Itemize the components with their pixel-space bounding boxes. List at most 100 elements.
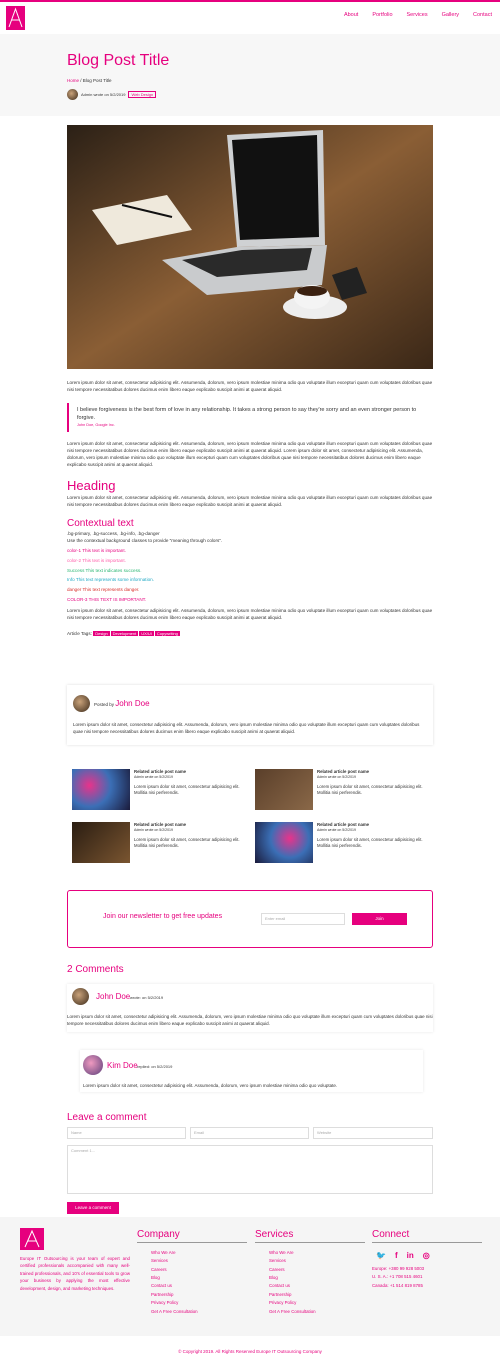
nav-gallery[interactable]: Gallery [442,12,459,18]
commenter-avatar [72,988,89,1005]
footer-link[interactable]: Contact us [151,1282,247,1290]
contextual-text-item: Success This text indicates success. [67,567,142,573]
logo[interactable] [6,6,25,30]
classes-line: .bg-primary, .bg-success, .bg-info, .bg-… [67,531,160,537]
related-title[interactable]: Related article post name [134,769,186,774]
footer-connect: Connect 🐦 f in ◎ Europe: +380 99 928 500… [372,1229,482,1290]
email-input[interactable]: Email [190,1127,309,1139]
phone-list: Europe: +380 99 928 5003 U. S. A.: +1 70… [372,1265,482,1290]
name-input[interactable]: Name [67,1127,186,1139]
commenter-name[interactable]: John Doe [96,992,130,1001]
article-paragraph: Lorem ipsum dolor sit amet, consectetur … [67,495,433,508]
phone-usa[interactable]: U. S. A.: +1 708 515 4601 [372,1273,482,1281]
related-excerpt: Lorem ipsum dolor sit amet, consectetur … [134,784,240,796]
commenter-name[interactable]: Kim Doe [107,1061,138,1070]
footer-link[interactable]: Get A Free Consultation [269,1308,365,1316]
nav-portfolio[interactable]: Portfolio [372,12,392,18]
footer-company-title: Company [137,1229,247,1243]
footer-link[interactable]: Blog [151,1274,247,1282]
phone-europe[interactable]: Europe: +380 99 928 5003 [372,1265,482,1273]
tag-design[interactable]: Design [93,630,110,636]
category-badge[interactable]: Web Design [128,91,157,98]
comment-meta: wrote: on 5/2/2019 [130,995,164,1000]
leave-comment-title: Leave a comment [67,1112,147,1123]
related-meta: Admin wrote on 5/2/2019 [317,828,356,832]
facebook-icon[interactable]: f [395,1251,398,1260]
tag-copywriting[interactable]: Copywriting [154,630,180,636]
newsletter-box: Join our newsletter to get free updates … [67,890,433,948]
quote-source: John Doe, Google Inc. [77,423,115,428]
contextual-text-item: color-2 This text is important. [67,557,126,563]
website-input[interactable]: Website [313,1127,433,1139]
breadcrumb: Home / Blog Post Title [67,78,112,83]
related-excerpt: Lorem ipsum dolor sit amet, consectetur … [317,837,423,849]
post-meta: Admin wrote on 5/2/2019 Web Design [67,89,157,100]
author-avatar [73,695,90,712]
footer-link[interactable]: Contact us [269,1282,365,1290]
footer-link[interactable]: Privacy Policy [151,1299,247,1307]
footer-logo[interactable] [20,1228,44,1250]
comment-textarea[interactable]: Comment 1... [67,1145,433,1194]
phone-canada[interactable]: Canada: +1 514 819 8785 [372,1282,482,1290]
leave-comment-button[interactable]: Leave a comment [67,1202,119,1214]
tag-ux-ui[interactable]: UX/UI [139,630,154,636]
nav-services[interactable]: Services [407,12,428,18]
related-post[interactable]: Related article post name Admin wrote on … [255,822,435,867]
footer-link[interactable]: Partnership [269,1291,365,1299]
comment-text: Lorem ipsum dolor sit amet, consectetur … [67,1014,433,1026]
breadcrumb-home[interactable]: Home [67,78,79,83]
contextual-text-item: color-1 This text is important. [67,547,126,553]
classes-description: Use the contextual background classes to… [67,537,223,543]
author-name[interactable]: John Doe [115,699,149,708]
nav-contact[interactable]: Contact [473,12,492,18]
related-thumbnail[interactable] [255,769,313,810]
author-box: Posted by John Doe Lorem ipsum dolor sit… [67,685,433,745]
related-thumbnail[interactable] [72,822,130,863]
linkedin-icon[interactable]: in [407,1251,414,1260]
instagram-icon[interactable]: ◎ [423,1251,430,1260]
related-post[interactable]: Related article post name Admin wrote on … [72,769,252,814]
newsletter-email-input[interactable]: Enter email [261,913,345,925]
breadcrumb-current: Blog Post Title [82,78,112,83]
author-byline: Posted by John Doe [94,699,150,708]
related-title[interactable]: Related article post name [317,822,369,827]
footer-link[interactable]: Services [269,1257,365,1265]
author-avatar [67,89,78,100]
footer-link[interactable]: Careers [269,1266,365,1274]
article-heading: Heading [67,477,116,493]
footer-link[interactable]: Services [151,1257,247,1265]
footer-services: Services Who We Are Services Careers Blog Co… [255,1229,365,1316]
footer-link[interactable]: Partnership [151,1291,247,1299]
related-thumbnail[interactable] [72,769,130,810]
page-header: Blog Post Title Home / Blog Post Title A… [0,34,500,116]
related-excerpt: Lorem ipsum dolor sit amet, consectetur … [134,837,240,849]
twitter-icon[interactable]: 🐦 [376,1251,386,1260]
article-paragraph: Lorem ipsum dolor sit amet, consectetur … [67,608,433,621]
footer-link[interactable]: Blog [269,1274,365,1282]
tags-label: Article Tags: [67,630,92,636]
quote-text: I believe forgiveness is the best form o… [77,406,417,422]
related-post[interactable]: Related article post name Admin wrote on … [72,822,252,867]
contextual-text-item: danger This text represents danger. [67,587,140,593]
related-post[interactable]: Related article post name Admin wrote on … [255,769,435,814]
tag-development[interactable]: Development [110,630,139,636]
related-meta: Admin wrote on 5/2/2019 [134,775,173,779]
footer-link[interactable]: Who We Are [269,1249,365,1257]
footer-link[interactable]: Who We Are [151,1249,247,1257]
nav-about[interactable]: About [344,12,358,18]
services-links: Who We Are Services Careers Blog Contact us P… [269,1249,365,1316]
related-thumbnail[interactable] [255,822,313,863]
contextual-text-item: Info This text represents some informati… [67,577,154,583]
article-subheading: Contextual text [67,518,134,530]
blockquote: I believe forgiveness is the best form o… [67,402,433,433]
footer-link[interactable]: Careers [151,1266,247,1274]
newsletter-join-button[interactable]: Join [352,913,407,925]
footer-connect-title: Connect [372,1229,482,1243]
comment-text: Lorem ipsum dolor sit amet, consectetur … [83,1083,338,1088]
footer-company: Company Who We Are Services Careers Blog Con… [137,1229,247,1316]
footer-link[interactable]: Get A Free Consultation [151,1308,247,1316]
footer-link[interactable]: Privacy Policy [269,1299,365,1307]
comment: John Doe wrote: on 5/2/2019 Lorem ipsum … [67,984,433,1032]
related-title[interactable]: Related article post name [317,769,369,774]
related-title[interactable]: Related article post name [134,822,186,827]
